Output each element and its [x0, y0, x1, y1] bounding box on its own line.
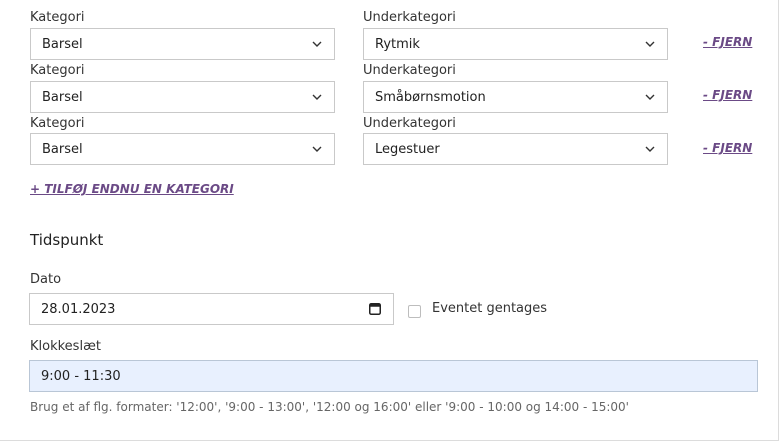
remove-category-link[interactable]: - FJERN	[703, 35, 752, 49]
category-label: Kategori	[30, 10, 85, 25]
subcategory-label: Underkategori	[363, 63, 456, 78]
time-input[interactable]: 9:00 - 11:30	[29, 360, 758, 392]
category-select[interactable]: Barsel	[30, 28, 335, 60]
category-value: Barsel	[42, 141, 83, 157]
format-hint: Brug et af flg. formater: '12:00', '9:00…	[30, 400, 629, 414]
chevron-down-icon	[312, 146, 322, 152]
repeat-checkbox[interactable]	[408, 305, 421, 318]
section-heading: Tidspunkt	[30, 231, 104, 249]
category-select[interactable]: Barsel	[30, 81, 335, 113]
chevron-down-icon	[645, 146, 655, 152]
subcategory-value: Småbørnsmotion	[375, 89, 486, 105]
subcategory-value: Rytmik	[375, 36, 420, 52]
remove-category-link[interactable]: - FJERN	[703, 141, 752, 155]
chevron-down-icon	[312, 94, 322, 100]
category-value: Barsel	[42, 36, 83, 52]
date-value: 28.01.2023	[41, 301, 116, 317]
category-label: Kategori	[30, 63, 85, 78]
subcategory-select[interactable]: Rytmik	[363, 28, 668, 60]
subcategory-select[interactable]: Legestuer	[363, 133, 668, 165]
add-category-link[interactable]: + TILFØJ ENDNU EN KATEGORI	[30, 182, 234, 196]
repeat-label: Eventet gentages	[432, 301, 548, 316]
category-label: Kategori	[30, 116, 85, 131]
chevron-down-icon	[645, 41, 655, 47]
subcategory-value: Legestuer	[375, 141, 440, 157]
remove-category-link[interactable]: - FJERN	[703, 88, 752, 102]
chevron-down-icon	[312, 41, 322, 47]
subcategory-label: Underkategori	[363, 116, 456, 131]
time-label: Klokkeslæt	[30, 339, 101, 354]
time-value: 9:00 - 11:30	[41, 368, 121, 384]
category-select[interactable]: Barsel	[30, 133, 335, 165]
date-input[interactable]: 28.01.2023	[29, 293, 394, 325]
subcategory-label: Underkategori	[363, 10, 456, 25]
chevron-down-icon	[645, 94, 655, 100]
calendar-icon[interactable]	[369, 302, 381, 315]
date-label: Dato	[30, 272, 62, 287]
category-value: Barsel	[42, 89, 83, 105]
subcategory-select[interactable]: Småbørnsmotion	[363, 81, 668, 113]
